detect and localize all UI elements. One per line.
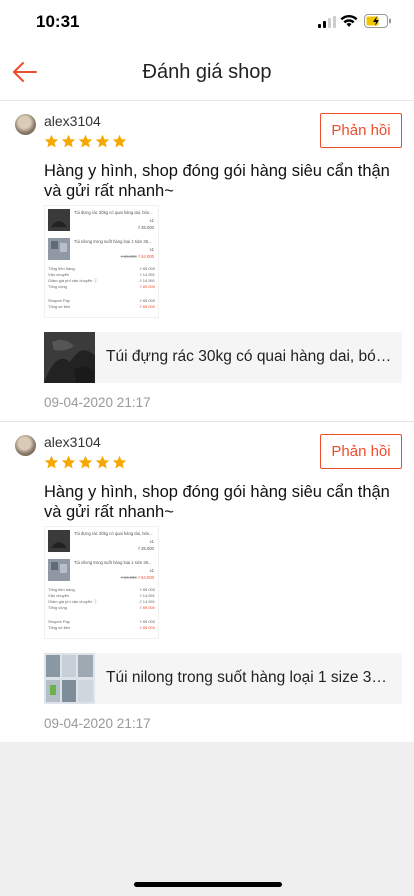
plastic-bag-product-image-icon [44,653,95,704]
review-card: alex3104 Phản hồi Hàng y hình, shop đóng… [0,422,414,742]
product-link[interactable]: Túi nilong trong suốt hàng loại 1 size 3… [44,653,402,704]
cellular-signal-icon [318,16,336,28]
receipt-item1-name: Túi đựng rác 30kg có quai hàng dai, bón.… [74,210,153,215]
receipt-row: Tổng cộng ₫ 89.000 [48,605,155,610]
status-bar: 10:31 [0,0,414,44]
avatar[interactable] [15,435,36,456]
product-name: Túi nilong trong suốt hàng loại 1 size 3… [106,669,392,686]
receipt-item2-qty: x1 [149,247,154,252]
reply-button[interactable]: Phản hồi [320,434,402,469]
receipt-row: Tổng cộng ₫ 89.000 [48,284,155,289]
review-card: alex3104 Phản hồi Hàng y hình, shop đóng… [0,101,414,422]
product-link[interactable]: Túi đựng rác 30kg có quai hàng dai, bóng… [44,332,402,383]
receipt-item2-name: Túi nilong trong suốt hàng loại 1 size 3… [74,239,152,244]
product-name: Túi đựng rác 30kg có quai hàng dai, bóng… [106,348,392,365]
star-icon [61,455,76,469]
receipt-row: Tổng tiền hàng ₫ 89.000 [48,266,155,271]
receipt-item2-old-price: ₫ 60.000 [120,254,137,259]
receipt-total-row: Tổng số tiền ₫ 89.000 [48,625,155,630]
trash-bag-thumbnail-icon [48,209,70,231]
star-icon [78,455,93,469]
trash-bag-product-image-icon [44,332,95,383]
review-date: 09-04-2020 21:17 [44,716,151,731]
star-icon [95,134,110,148]
wifi-icon [340,14,358,27]
receipt-total-row: Tổng số tiền ₫ 89.000 [48,304,155,309]
star-icon [112,134,127,148]
reviewer-username: alex3104 [44,434,101,450]
receipt-item1-price: ₫ 35.000 [137,225,154,230]
receipt-item2-old-price: ₫ 60.000 [120,575,137,580]
home-indicator[interactable] [134,882,282,887]
star-icon [61,134,76,148]
receipt-item2-price: ₫ 54.000 [137,575,154,580]
review-comment: Hàng y hình, shop đóng gói hàng siêu cẩn… [44,483,390,521]
receipt-payment-row: Shopee Pay ₫ 89.000 [48,298,155,303]
navigation-bar: Đánh giá shop [0,44,414,101]
reviewer-username: alex3104 [44,113,101,129]
receipt-item1-qty: x1 [149,539,154,544]
star-icon [44,455,59,469]
star-rating [44,134,127,149]
reply-button[interactable]: Phản hồi [320,113,402,148]
avatar[interactable] [15,114,36,135]
plastic-bag-thumbnail-icon [48,238,70,260]
receipt-item1-qty: x1 [149,218,154,223]
receipt-image[interactable]: Túi đựng rác 30kg có quai hàng dai, bón.… [44,526,159,639]
review-comment: Hàng y hình, shop đóng gói hàng siêu cẩn… [44,162,390,200]
receipt-payment-row: Shopee Pay ₫ 89.000 [48,619,155,624]
star-icon [78,134,93,148]
star-icon [44,134,59,148]
trash-bag-thumbnail-icon [48,530,70,552]
receipt-item1-name: Túi đựng rác 30kg có quai hàng dai, bón.… [74,531,153,536]
star-rating [44,455,127,470]
receipt-row: Tổng tiền hàng ₫ 89.000 [48,587,155,592]
page-title: Đánh giá shop [142,61,272,83]
star-icon [112,455,127,469]
status-time: 10:31 [36,12,80,31]
receipt-image[interactable]: Túi đựng rác 30kg có quai hàng dai, bón.… [44,205,159,318]
plastic-bag-thumbnail-icon [48,559,70,581]
receipt-item2-qty: x1 [149,568,154,573]
star-icon [95,455,110,469]
receipt-row: Vận chuyển ₫ 14.591 [48,272,155,277]
receipt-item2-name: Túi nilong trong suốt hàng loại 1 size 3… [74,560,152,565]
review-date: 09-04-2020 21:17 [44,395,151,410]
receipt-item1-price: ₫ 35.000 [137,546,154,551]
battery-charging-icon [364,14,391,28]
receipt-item2-price: ₫ 54.000 [137,254,154,259]
receipt-row: Vận chuyển ₫ 14.591 [48,593,155,598]
